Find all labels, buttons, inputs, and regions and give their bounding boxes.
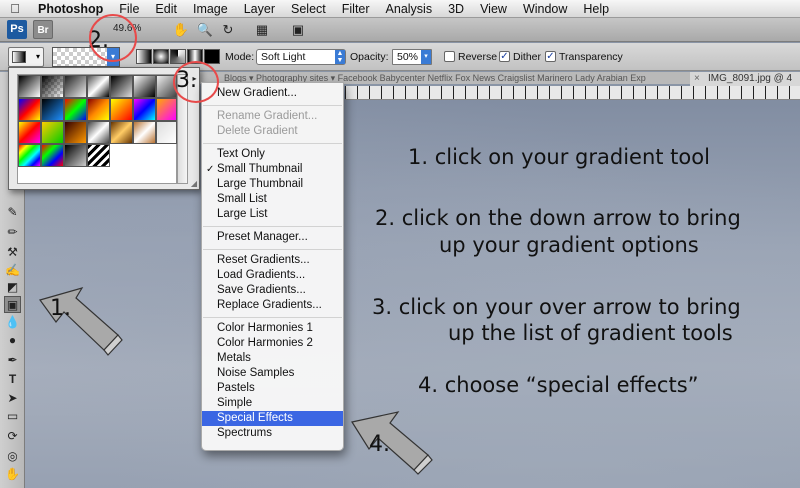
- step-2-highlight-circle: [89, 14, 137, 62]
- step-3-highlight-circle: [173, 61, 219, 103]
- annotation-arrows: [39, 287, 433, 475]
- step-4-arrow: [351, 411, 433, 475]
- step-1-label: 1.: [50, 296, 71, 321]
- step-4-label: 4.: [369, 432, 390, 457]
